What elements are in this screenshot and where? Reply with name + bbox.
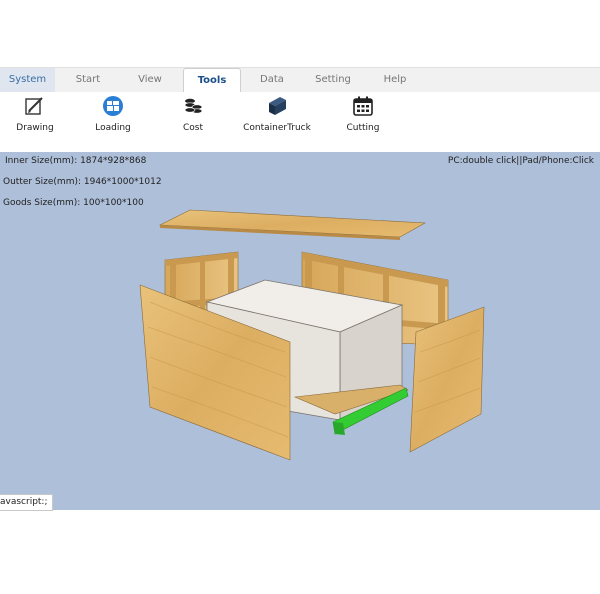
app-window: System Start View Tools Data Setting Hel… (0, 67, 600, 510)
3d-viewport[interactable]: Inner Size(mm): 1874*928*868 Outter Size… (0, 152, 600, 510)
tab-help[interactable]: Help (366, 68, 424, 92)
tools-ribbon: Drawing Loading Cost ContainerTruck Cutt… (0, 92, 600, 152)
menu-tabbar: System Start View Tools Data Setting Hel… (0, 67, 600, 94)
drawing-button[interactable]: Drawing (10, 95, 60, 145)
crate-model (139, 209, 485, 461)
cutting-label: Cutting (346, 123, 380, 133)
tab-start[interactable]: Start (55, 68, 121, 92)
container-truck-label: ContainerTruck (243, 123, 311, 133)
container-icon (269, 97, 286, 115)
status-bar: avascript:; (0, 494, 53, 511)
cost-button[interactable]: Cost (172, 95, 214, 145)
calendar-icon (353, 96, 373, 116)
tab-view[interactable]: View (121, 68, 179, 92)
loading-button[interactable]: Loading (90, 95, 136, 145)
loading-icon (103, 96, 123, 116)
tab-system[interactable]: System (0, 68, 55, 92)
crate-lid (158, 209, 427, 240)
tab-tools[interactable]: Tools (183, 68, 241, 94)
container-truck-button[interactable]: ContainerTruck (242, 95, 312, 145)
drawing-label: Drawing (16, 123, 54, 133)
coins-icon (184, 98, 203, 114)
drawing-icon (25, 97, 43, 115)
cost-label: Cost (182, 123, 203, 133)
loading-label: Loading (95, 123, 131, 133)
tab-setting[interactable]: Setting (303, 68, 363, 92)
cutting-button[interactable]: Cutting (340, 95, 386, 145)
tab-data[interactable]: Data (244, 68, 300, 92)
